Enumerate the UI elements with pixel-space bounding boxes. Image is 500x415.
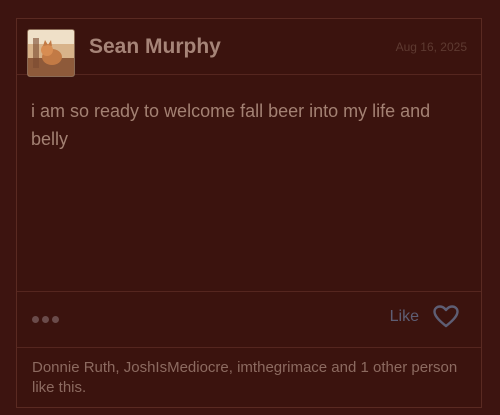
like-button[interactable]: Like <box>390 305 459 328</box>
dot <box>42 316 49 323</box>
avatar-photo <box>28 30 74 76</box>
dot <box>32 316 39 323</box>
author-name[interactable]: Sean Murphy <box>89 35 221 59</box>
post-actions-bar: Like <box>17 291 481 348</box>
post-card: Sean Murphy Aug 16, 2025 i am so ready t… <box>16 18 482 408</box>
post-header: Sean Murphy Aug 16, 2025 <box>17 19 481 77</box>
more-dots-icon[interactable] <box>32 316 59 323</box>
heart-outline-icon <box>433 305 459 328</box>
dot <box>52 316 59 323</box>
avatar[interactable] <box>27 29 75 77</box>
post-timestamp: Aug 16, 2025 <box>395 40 467 54</box>
likers-summary[interactable]: Donnie Ruth, JoshIsMediocre, imthegrimac… <box>32 358 472 398</box>
like-label: Like <box>389 307 419 325</box>
post-body: i am so ready to welcome fall beer into … <box>31 101 431 149</box>
